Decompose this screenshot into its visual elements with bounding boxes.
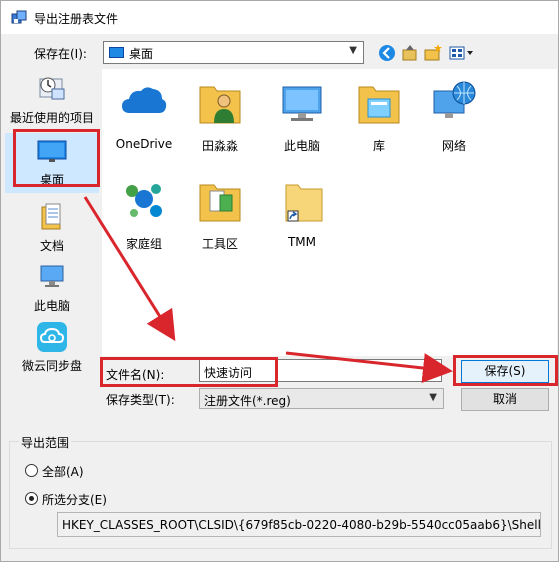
file-item-tmm[interactable]: TMM	[260, 177, 344, 257]
file-label: 库	[372, 139, 385, 153]
regedit-icon	[11, 10, 27, 24]
export-registry-dialog: 导出注册表文件 保存在(I): 桌面 ▼ 最近使用的项目 桌面 文档 此电脑 微…	[0, 0, 559, 562]
places-bar: 最近使用的项目 桌面 文档 此电脑 微云同步盘	[5, 69, 99, 373]
place-label: 文档	[39, 239, 64, 253]
filetype-select[interactable]: 注册文件(*.reg) ▼	[199, 388, 444, 409]
branch-path-value: HKEY_CLASSES_ROOT\CLSID\{679f85cb-0220-4…	[62, 518, 541, 532]
place-recent[interactable]: 最近使用的项目	[5, 71, 99, 131]
folder-shortcut-icon	[285, 184, 323, 222]
computer-icon	[282, 86, 322, 121]
cloud-sync-icon	[37, 322, 67, 352]
place-cloud-sync[interactable]: 微云同步盘	[5, 319, 99, 379]
save-in-label: 保存在(I):	[34, 47, 87, 61]
place-this-pc[interactable]: 此电脑	[5, 259, 99, 319]
place-label: 最近使用的项目	[9, 111, 94, 125]
place-label: 微云同步盘	[21, 359, 82, 373]
desktop-icon	[109, 47, 124, 58]
file-list[interactable]: OneDrive 田淼淼 此电脑 库 网络 家庭组 工具区 TMM	[102, 69, 557, 356]
cancel-button[interactable]: 取消	[461, 388, 549, 411]
branch-path-field[interactable]: HKEY_CLASSES_ROOT\CLSID\{679f85cb-0220-4…	[57, 512, 541, 537]
file-item-this-pc[interactable]: 此电脑	[260, 79, 344, 159]
new-folder-icon[interactable]	[423, 43, 443, 63]
radio-branch-label: 所选分支(E)	[42, 493, 107, 507]
network-icon	[433, 81, 476, 118]
save-in-value: 桌面	[129, 47, 154, 61]
chevron-down-icon[interactable]: ▼	[429, 392, 437, 403]
title-bar: 导出注册表文件	[1, 1, 558, 34]
window-title: 导出注册表文件	[34, 12, 119, 26]
place-documents[interactable]: 文档	[5, 199, 99, 259]
radio-all-label: 全部(A)	[42, 465, 84, 479]
documents-icon	[41, 203, 61, 230]
homegroup-icon	[126, 184, 162, 217]
back-arrow-icon[interactable]	[377, 43, 397, 63]
highlight-desktop	[13, 129, 100, 187]
onedrive-icon	[122, 87, 167, 113]
chevron-down-icon[interactable]: ▼	[349, 45, 357, 56]
library-icon	[358, 86, 400, 124]
save-in-combo[interactable]: 桌面 ▼	[103, 41, 364, 64]
file-item-network[interactable]: 网络	[412, 79, 496, 159]
highlight-filename	[100, 357, 278, 387]
export-range-title: 导出范围	[19, 434, 72, 451]
view-menu-icon[interactable]	[448, 43, 474, 63]
highlight-save	[453, 355, 558, 386]
file-item-tools[interactable]: 工具区	[178, 177, 262, 257]
file-item-user[interactable]: 田淼淼	[178, 79, 262, 159]
radio-button-icon[interactable]	[25, 464, 38, 477]
file-label: 此电脑	[283, 139, 320, 153]
folder-icon	[199, 184, 241, 222]
user-folder-icon	[199, 86, 241, 124]
radio-button-checked-icon[interactable]	[25, 492, 38, 505]
computer-icon	[40, 265, 64, 287]
place-label: 此电脑	[33, 299, 70, 313]
file-label: 家庭组	[125, 237, 162, 251]
filetype-value: 注册文件(*.reg)	[204, 394, 291, 408]
file-label: 工具区	[201, 237, 238, 251]
file-item-library[interactable]: 库	[337, 79, 421, 159]
filetype-label: 保存类型(T):	[106, 393, 175, 407]
file-item-homegroup[interactable]: 家庭组	[102, 177, 186, 257]
recent-icon	[39, 77, 65, 100]
up-folder-icon[interactable]	[400, 43, 420, 63]
file-item-onedrive[interactable]: OneDrive	[102, 79, 186, 159]
file-label: OneDrive	[115, 137, 173, 151]
file-label: 网络	[441, 139, 466, 153]
file-label: 田淼淼	[201, 139, 238, 153]
file-label: TMM	[287, 235, 317, 249]
